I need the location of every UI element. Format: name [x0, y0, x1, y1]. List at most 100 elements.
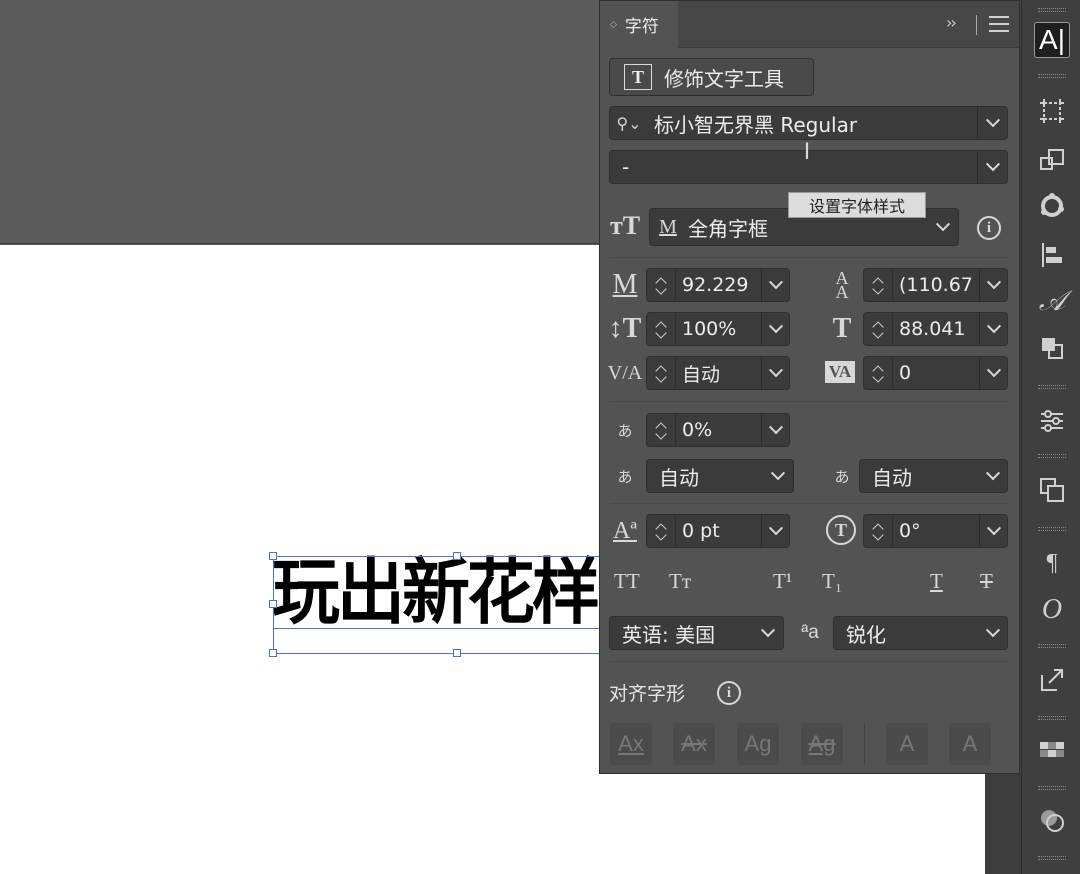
toolbar-grip[interactable]: [1038, 385, 1066, 389]
trim-type-tool-button[interactable]: T 修饰文字工具: [609, 58, 814, 96]
aki-left-chevron-down-icon[interactable]: [765, 463, 791, 489]
trim-type-icon: T: [624, 64, 652, 90]
type-tool-button[interactable]: A|: [1034, 22, 1070, 58]
snap-angular-button[interactable]: A: [886, 723, 928, 765]
tracking-stepper[interactable]: [863, 356, 893, 390]
align-icon: [1042, 243, 1062, 267]
kerning-chevron-down-icon[interactable]: [761, 356, 789, 390]
aki-right-chevron-down-icon[interactable]: [980, 463, 1006, 489]
snap-glyph-bounds-button[interactable]: Ag: [737, 723, 779, 765]
swatches-icon: [1040, 742, 1064, 757]
toolbar-grip[interactable]: [1038, 8, 1066, 12]
tsume-chevron-down-icon[interactable]: [761, 413, 789, 447]
toolbar-grip[interactable]: [1038, 527, 1066, 531]
toolbar-grip[interactable]: [1038, 786, 1066, 790]
panel-menu-icon[interactable]: [989, 16, 1009, 32]
export-button[interactable]: [1034, 662, 1070, 698]
snap-to-glyph-label: 对齐字形: [609, 683, 686, 705]
align-button[interactable]: [1034, 237, 1070, 273]
font-family-dropdown[interactable]: 标小智无界黑 Regular: [609, 106, 1008, 140]
horizontal-scale-chevron-down-icon[interactable]: [979, 312, 1007, 346]
leading-stepper[interactable]: [863, 268, 893, 302]
rotation-stepper[interactable]: [863, 514, 893, 548]
tsume-stepper[interactable]: [646, 413, 676, 447]
snap-x-height-button[interactable]: Ax: [673, 723, 715, 765]
tracking-chevron-down-icon[interactable]: [979, 356, 1007, 390]
vertical-scale-icon: ↕T: [608, 313, 642, 344]
search-icon[interactable]: ⚲⌄: [611, 111, 647, 135]
selection-edge-bottom: [273, 653, 599, 654]
kerning-stepper[interactable]: [646, 356, 676, 390]
vertical-scale-chevron-down-icon[interactable]: [761, 312, 789, 346]
selection-handle-bottom-left[interactable]: [269, 649, 277, 657]
selection-edge-top: [273, 556, 599, 557]
toolbar-grip[interactable]: [1038, 716, 1066, 720]
antialias-value: 锐化: [846, 622, 886, 647]
transform-icon: [1040, 149, 1064, 170]
horizontal-scale-stepper[interactable]: [863, 312, 893, 346]
aki-right-value: 自动: [872, 465, 912, 490]
horizontal-scale-icon: T: [832, 313, 852, 344]
font-style-value: -: [622, 155, 630, 179]
language-value: 英语: 美国: [622, 622, 716, 647]
leading-chevron-down-icon[interactable]: [979, 268, 1007, 302]
type-tool-icon: A|: [1039, 24, 1065, 55]
scrollbar-track[interactable]: [985, 774, 1021, 874]
snap-baseline-button[interactable]: Ax: [610, 723, 652, 765]
header-divider: [976, 15, 977, 35]
snap-info-button[interactable]: i: [716, 680, 742, 706]
tab-character[interactable]: ◇ 字符: [600, 1, 678, 48]
artboard-text-object[interactable]: 玩出新花样: [272, 554, 600, 634]
font-style-chevron-down-icon[interactable]: [980, 154, 1006, 180]
strikethrough-button[interactable]: T: [980, 569, 993, 594]
toolbar-grip[interactable]: [1038, 454, 1066, 458]
collapse-panel-icon[interactable]: ››: [946, 13, 957, 32]
layers-button[interactable]: [1034, 472, 1070, 508]
baseline-shift-stepper[interactable]: [646, 514, 676, 548]
tsume-icon: あ: [617, 421, 633, 440]
character-styles-button[interactable]: 𝒜: [1034, 284, 1070, 320]
snap-proximity-button[interactable]: Ag: [801, 723, 843, 765]
font-size-stepper[interactable]: [646, 268, 676, 302]
font-family-chevron-down-icon[interactable]: [980, 110, 1006, 136]
section-divider: [610, 401, 1008, 402]
superscript-button[interactable]: T¹: [773, 569, 792, 594]
swatches-button[interactable]: [1034, 732, 1070, 768]
appearance-button[interactable]: [1034, 802, 1070, 838]
tracking-value: 0: [899, 362, 912, 384]
snap-anchor-button[interactable]: A: [949, 723, 991, 765]
toolbar-grip[interactable]: [1038, 74, 1066, 78]
font-family-value: 标小智无界黑 Regular: [654, 112, 858, 137]
toolbar-grip[interactable]: [1038, 644, 1066, 648]
all-caps-button[interactable]: TT: [614, 569, 640, 594]
aki-left-value: 自动: [659, 465, 699, 490]
selection-handle-middle-left[interactable]: [269, 600, 277, 608]
aki-right-icon: あ: [834, 467, 850, 486]
vertical-scale-value: 100%: [682, 318, 737, 340]
antialias-chevron-down-icon[interactable]: [980, 620, 1006, 646]
vertical-scale-stepper[interactable]: [646, 312, 676, 346]
small-caps-button[interactable]: Tт: [669, 569, 691, 594]
rotation-chevron-down-icon[interactable]: [979, 514, 1007, 548]
opentype-button[interactable]: O: [1034, 592, 1070, 628]
selection-handle-top-middle[interactable]: [453, 552, 461, 560]
divider: [977, 151, 978, 183]
subscript-button[interactable]: T₁: [822, 569, 842, 594]
transform-button[interactable]: [1034, 141, 1070, 177]
toolbar-grip[interactable]: [1038, 856, 1066, 860]
recolor-button[interactable]: [1034, 188, 1070, 224]
pathfinder-button[interactable]: [1034, 330, 1070, 366]
character-frame-chevron-down-icon[interactable]: [930, 214, 956, 240]
selection-handle-bottom-middle[interactable]: [453, 649, 461, 657]
artboard-tool-button[interactable]: [1034, 93, 1070, 129]
baseline-shift-chevron-down-icon[interactable]: [761, 514, 789, 548]
underline-button[interactable]: T: [930, 569, 943, 594]
language-chevron-down-icon[interactable]: [755, 620, 781, 646]
selection-handle-top-left[interactable]: [269, 552, 277, 560]
paragraph-button[interactable]: ¶: [1034, 545, 1070, 581]
pathfinder-icon: [1042, 338, 1063, 359]
info-button[interactable]: i: [976, 215, 1002, 241]
font-size-chevron-down-icon[interactable]: [761, 268, 789, 302]
character-panel: ◇ 字符 ›› T 修饰文字工具 标小智无界黑 Regular ⚲⌄ - I ᴛ…: [599, 0, 1020, 774]
properties-button[interactable]: [1034, 403, 1070, 439]
